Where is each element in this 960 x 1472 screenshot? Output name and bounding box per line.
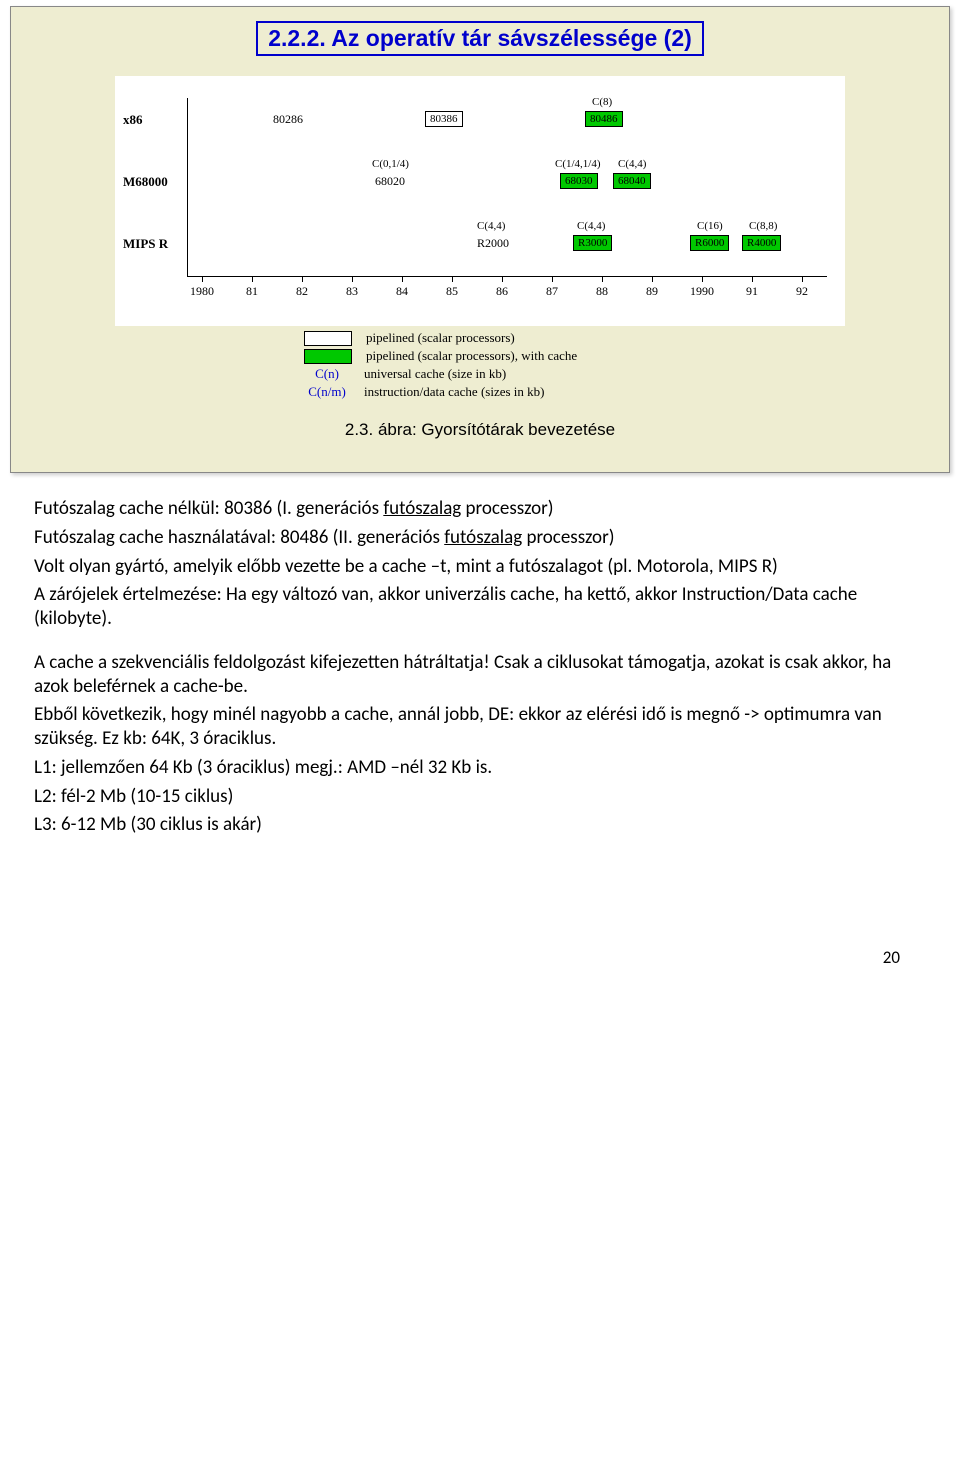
tick-92: 92 [796, 284, 808, 299]
x-axis [187, 276, 827, 277]
cache-c44-r3000: C(4,4) [577, 220, 605, 232]
tick-84: 84 [396, 284, 408, 299]
link-futoszalag-1: futószalag [383, 497, 461, 520]
legend-swatch-plain [304, 331, 352, 346]
slide-frame: 2.2.2. Az operatív tár sávszélessége (2)… [10, 6, 950, 473]
legend-cnm-desc: instruction/data cache (sizes in kb) [364, 384, 545, 400]
proc-68040: 68040 [613, 173, 651, 189]
row-label-mips: MIPS R [123, 236, 168, 252]
page-number: 20 [0, 947, 900, 968]
cache-c44-68040: C(4,4) [618, 158, 646, 170]
timeline-chart: x86 M68000 MIPS R 80286 80386 C(8) 80486… [115, 76, 845, 326]
tick-89: 89 [646, 284, 658, 299]
proc-r4000: R4000 [742, 235, 781, 251]
row-label-m68: M68000 [123, 174, 168, 190]
tick-87: 87 [546, 284, 558, 299]
proc-68030: 68030 [560, 173, 598, 189]
row-label-x86: x86 [123, 112, 143, 128]
cache-c16: C(16) [697, 220, 723, 232]
tick-88: 88 [596, 284, 608, 299]
cache-c44-r2000: C(4,4) [477, 220, 505, 232]
para-6: Ebből következik, hogy minél nagyobb a c… [34, 703, 926, 751]
para-5: A cache a szekvenciális feldolgozást kif… [34, 651, 926, 699]
legend-cnm: C(n/m) [304, 384, 350, 400]
para-3: Volt olyan gyártó, amelyik előbb vezette… [34, 555, 926, 579]
proc-80486: 80486 [585, 111, 623, 127]
cache-c8: C(8) [592, 96, 612, 108]
proc-r6000: R6000 [690, 235, 729, 251]
proc-80286: 80286 [273, 112, 303, 127]
para-2: Futószalag cache használatával: 80486 (I… [34, 526, 926, 550]
cache-c88: C(8,8) [749, 220, 777, 232]
para-9: L3: 6-12 Mb (30 ciklus is akár) [34, 813, 926, 837]
cache-c014: C(0,1/4) [372, 158, 409, 170]
tick-81: 81 [246, 284, 258, 299]
body-text: Futószalag cache nélkül: 80386 (I. gener… [34, 497, 926, 837]
proc-80386: 80386 [425, 111, 463, 127]
link-futoszalag-2: futószalag [444, 526, 522, 549]
para-4: A zárójelek értelmezése: Ha egy változó … [34, 583, 926, 631]
slide-title: 2.2.2. Az operatív tár sávszélessége (2) [256, 21, 704, 56]
legend-cn-desc: universal cache (size in kb) [364, 366, 506, 382]
proc-r3000: R3000 [573, 235, 612, 251]
slide-title-wrap: 2.2.2. Az operatív tár sávszélessége (2) [29, 21, 931, 56]
para-7: L1: jellemzően 64 Kb (3 óraciklus) megj.… [34, 756, 926, 780]
legend-pipelined: pipelined (scalar processors) [366, 330, 515, 346]
proc-r2000: R2000 [477, 236, 509, 251]
tick-82: 82 [296, 284, 308, 299]
para-8: L2: fél-2 Mb (10-15 ciklus) [34, 785, 926, 809]
tick-86: 86 [496, 284, 508, 299]
para-1: Futószalag cache nélkül: 80386 (I. gener… [34, 497, 926, 521]
y-axis [187, 98, 188, 276]
cache-c1414: C(1/4,1/4) [555, 158, 601, 170]
legend-cn: C(n) [304, 366, 350, 382]
figure-caption: 2.3. ábra: Gyorsítótárak bevezetése [29, 420, 931, 440]
tick-83: 83 [346, 284, 358, 299]
proc-68020: 68020 [375, 174, 405, 189]
legend: pipelined (scalar processors) pipelined … [220, 330, 740, 400]
legend-pipelined-cache: pipelined (scalar processors), with cach… [366, 348, 577, 364]
tick-91: 91 [746, 284, 758, 299]
tick-85: 85 [446, 284, 458, 299]
tick-1980: 1980 [190, 284, 214, 299]
tick-1990: 1990 [690, 284, 714, 299]
legend-swatch-green [304, 349, 352, 364]
